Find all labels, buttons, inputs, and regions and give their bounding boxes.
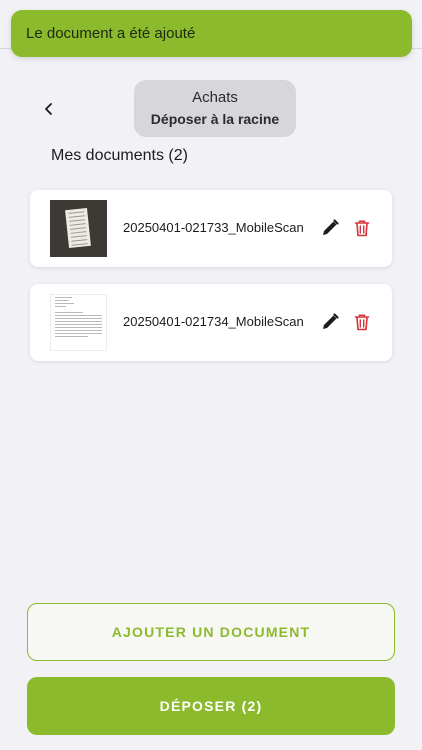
folder-name: Achats: [192, 89, 238, 106]
delete-document-button[interactable]: [352, 312, 372, 332]
delete-document-button[interactable]: [352, 218, 372, 238]
document-thumbnail[interactable]: [50, 200, 107, 257]
pencil-icon: [323, 219, 339, 235]
add-document-button[interactable]: AJOUTER UN DOCUMENT: [27, 603, 395, 661]
pencil-icon: [323, 313, 339, 329]
destination-folder-selector[interactable]: Achats Déposer à la racine: [134, 80, 296, 137]
trash-icon: [354, 220, 370, 237]
document-name: 20250401-021733_MobileScan: [123, 220, 304, 235]
document-name: 20250401-021734_MobileScan: [123, 314, 304, 329]
documents-title: Mes documents (2): [51, 147, 188, 164]
add-document-label: AJOUTER UN DOCUMENT: [111, 624, 311, 640]
document-thumbnail[interactable]: [50, 294, 107, 351]
folder-action: Déposer à la racine: [150, 111, 280, 127]
trash-icon: [354, 314, 370, 331]
document-card: 20250401-021733_MobileScan: [30, 190, 392, 267]
toast-message: Le document a été ajouté: [26, 25, 196, 42]
rename-document-button[interactable]: [320, 312, 340, 332]
back-button[interactable]: [36, 96, 62, 122]
success-toast: Le document a été ajouté: [11, 10, 412, 57]
submit-documents-button[interactable]: DÉPOSER (2): [27, 677, 395, 735]
document-card: 20250401-021734_MobileScan: [30, 284, 392, 361]
submit-documents-label: DÉPOSER (2): [159, 698, 263, 714]
rename-document-button[interactable]: [320, 218, 340, 238]
chevron-left-icon: [45, 103, 52, 115]
